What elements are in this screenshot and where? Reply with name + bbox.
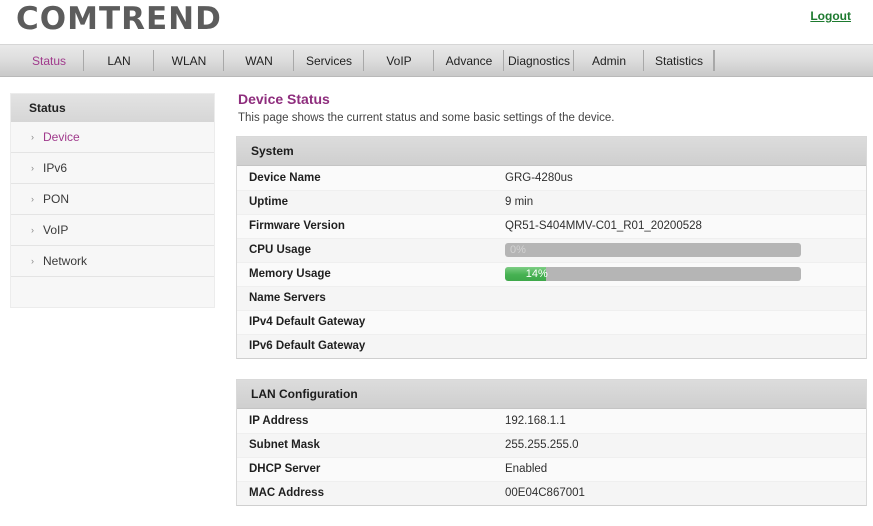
sidebar-item-label: Device (43, 130, 80, 144)
row-label: IP Address (237, 409, 501, 434)
system-table: Device Name GRG-4280us Uptime 9 min Firmware… (237, 166, 866, 358)
nav-tab-services[interactable]: Services (294, 45, 364, 76)
lan-table: IP Address 192.168.1.1 Subnet Mask 255.255.… (237, 409, 866, 505)
page-title: Device Status (238, 91, 330, 107)
row-label: IPv4 Default Gateway (237, 310, 501, 335)
row-label: Name Servers (237, 286, 501, 311)
table-row: IPv4 Default Gateway (237, 310, 866, 335)
row-value: 255.255.255.0 (501, 433, 866, 458)
nav-tab-admin[interactable]: Admin (574, 45, 644, 76)
row-label: DHCP Server (237, 457, 501, 482)
row-label: Memory Usage (237, 262, 501, 287)
chevron-right-icon: › (31, 255, 34, 266)
sidebar: Status › Device › IPv6 › PON › VoIP › Network (10, 93, 215, 308)
row-value: 14% (501, 262, 866, 287)
row-label: Device Name (237, 166, 501, 191)
sidebar-item-voip[interactable]: › VoIP (11, 215, 214, 246)
nav-tab-lan[interactable]: LAN (84, 45, 154, 76)
sidebar-item-pon[interactable]: › PON (11, 184, 214, 215)
row-value: Enabled (501, 457, 866, 482)
sidebar-item-label: IPv6 (43, 161, 68, 175)
lan-configuration-panel: LAN Configuration IP Address 192.168.1.1 S… (236, 379, 867, 506)
system-panel-header: System (237, 137, 866, 166)
nav-tab-label: WLAN (171, 53, 207, 68)
row-value: 192.168.1.1 (501, 409, 866, 434)
logout-link[interactable]: Logout (810, 9, 851, 23)
usage-progress-label: 14% (525, 268, 548, 280)
table-row: Memory Usage 14% (237, 262, 866, 287)
nav-tab-wan[interactable]: WAN (224, 45, 294, 76)
usage-progress-bar: 14% (505, 267, 801, 281)
chevron-right-icon: › (31, 193, 34, 204)
nav-tab-label: VoIP (386, 53, 412, 68)
table-row: Firmware Version QR51-S404MMV-C01_R01_202… (237, 214, 866, 239)
lan-panel-header: LAN Configuration (237, 380, 866, 409)
row-value: QR51-S404MMV-C01_R01_20200528 (501, 214, 866, 239)
row-value (501, 334, 866, 358)
chevron-right-icon: › (31, 162, 34, 173)
nav-tab-label: Admin (591, 53, 626, 68)
table-row: Device Name GRG-4280us (237, 166, 866, 191)
main-content: Device Status This page shows the curren… (236, 91, 868, 526)
row-label: CPU Usage (237, 238, 501, 263)
page-description: This page shows the current status and s… (238, 112, 615, 124)
row-value: 9 min (501, 190, 866, 215)
system-panel: System Device Name GRG-4280us Uptime 9 min F… (236, 136, 867, 359)
usage-progress-bar: 0% (505, 243, 801, 257)
table-row: IPv6 Default Gateway (237, 334, 866, 358)
table-row: MAC Address 00E04C867001 (237, 481, 866, 505)
nav-tab-diagnostics[interactable]: Diagnostics (504, 45, 574, 76)
row-label: IPv6 Default Gateway (249, 340, 366, 353)
chevron-right-icon: › (31, 131, 34, 142)
nav-tab-label: Status (31, 53, 67, 68)
sidebar-item-device[interactable]: › Device (11, 122, 214, 153)
row-value (501, 310, 866, 335)
row-label: Uptime (237, 190, 501, 215)
nav-tab-voip[interactable]: VoIP (364, 45, 434, 76)
page-header: COMTREND Logout (0, 0, 873, 44)
nav-tab-label: Services (305, 53, 352, 68)
sidebar-item-ipv6[interactable]: › IPv6 (11, 153, 214, 184)
row-value (501, 286, 866, 311)
nav-tab-status[interactable]: Status (14, 45, 84, 76)
table-row: DHCP Server Enabled (237, 457, 866, 482)
sidebar-item-network[interactable]: › Network (11, 246, 214, 277)
row-label: MAC Address (249, 487, 324, 500)
row-label: Firmware Version (237, 214, 501, 239)
sidebar-item-label: PON (43, 192, 70, 206)
row-value: 00E04C867001 (505, 487, 585, 500)
row-value: GRG-4280us (501, 166, 866, 191)
sidebar-item-list: › Device › IPv6 › PON › VoIP › Network (11, 122, 214, 277)
usage-progress-label: 0% (510, 244, 526, 256)
table-row: CPU Usage 0% (237, 238, 866, 263)
sidebar-header: Status (11, 94, 214, 122)
nav-tab-label: WAN (245, 53, 273, 68)
table-row: Name Servers (237, 286, 866, 311)
table-row: Subnet Mask 255.255.255.0 (237, 433, 866, 458)
table-row: IP Address 192.168.1.1 (237, 409, 866, 434)
row-value: 0% (501, 238, 866, 263)
sidebar-item-label: VoIP (43, 223, 69, 237)
row-label: Subnet Mask (237, 433, 501, 458)
comtrend-logo: COMTREND (16, 1, 222, 37)
main-navigation: Status LAN WLAN WAN Services VoIP Advance Diagn… (0, 44, 873, 77)
nav-tab-label: Diagnostics (507, 53, 571, 68)
nav-tab-label: LAN (107, 53, 131, 68)
table-row: Uptime 9 min (237, 190, 866, 215)
nav-separator (714, 50, 715, 71)
nav-tab-label: Advance (445, 53, 493, 68)
nav-tab-statistics[interactable]: Statistics (644, 45, 714, 76)
nav-tab-wlan[interactable]: WLAN (154, 45, 224, 76)
nav-tab-label: Statistics (654, 53, 703, 68)
sidebar-item-label: Network (43, 254, 88, 268)
chevron-right-icon: › (31, 224, 34, 235)
nav-tab-advance[interactable]: Advance (434, 45, 504, 76)
